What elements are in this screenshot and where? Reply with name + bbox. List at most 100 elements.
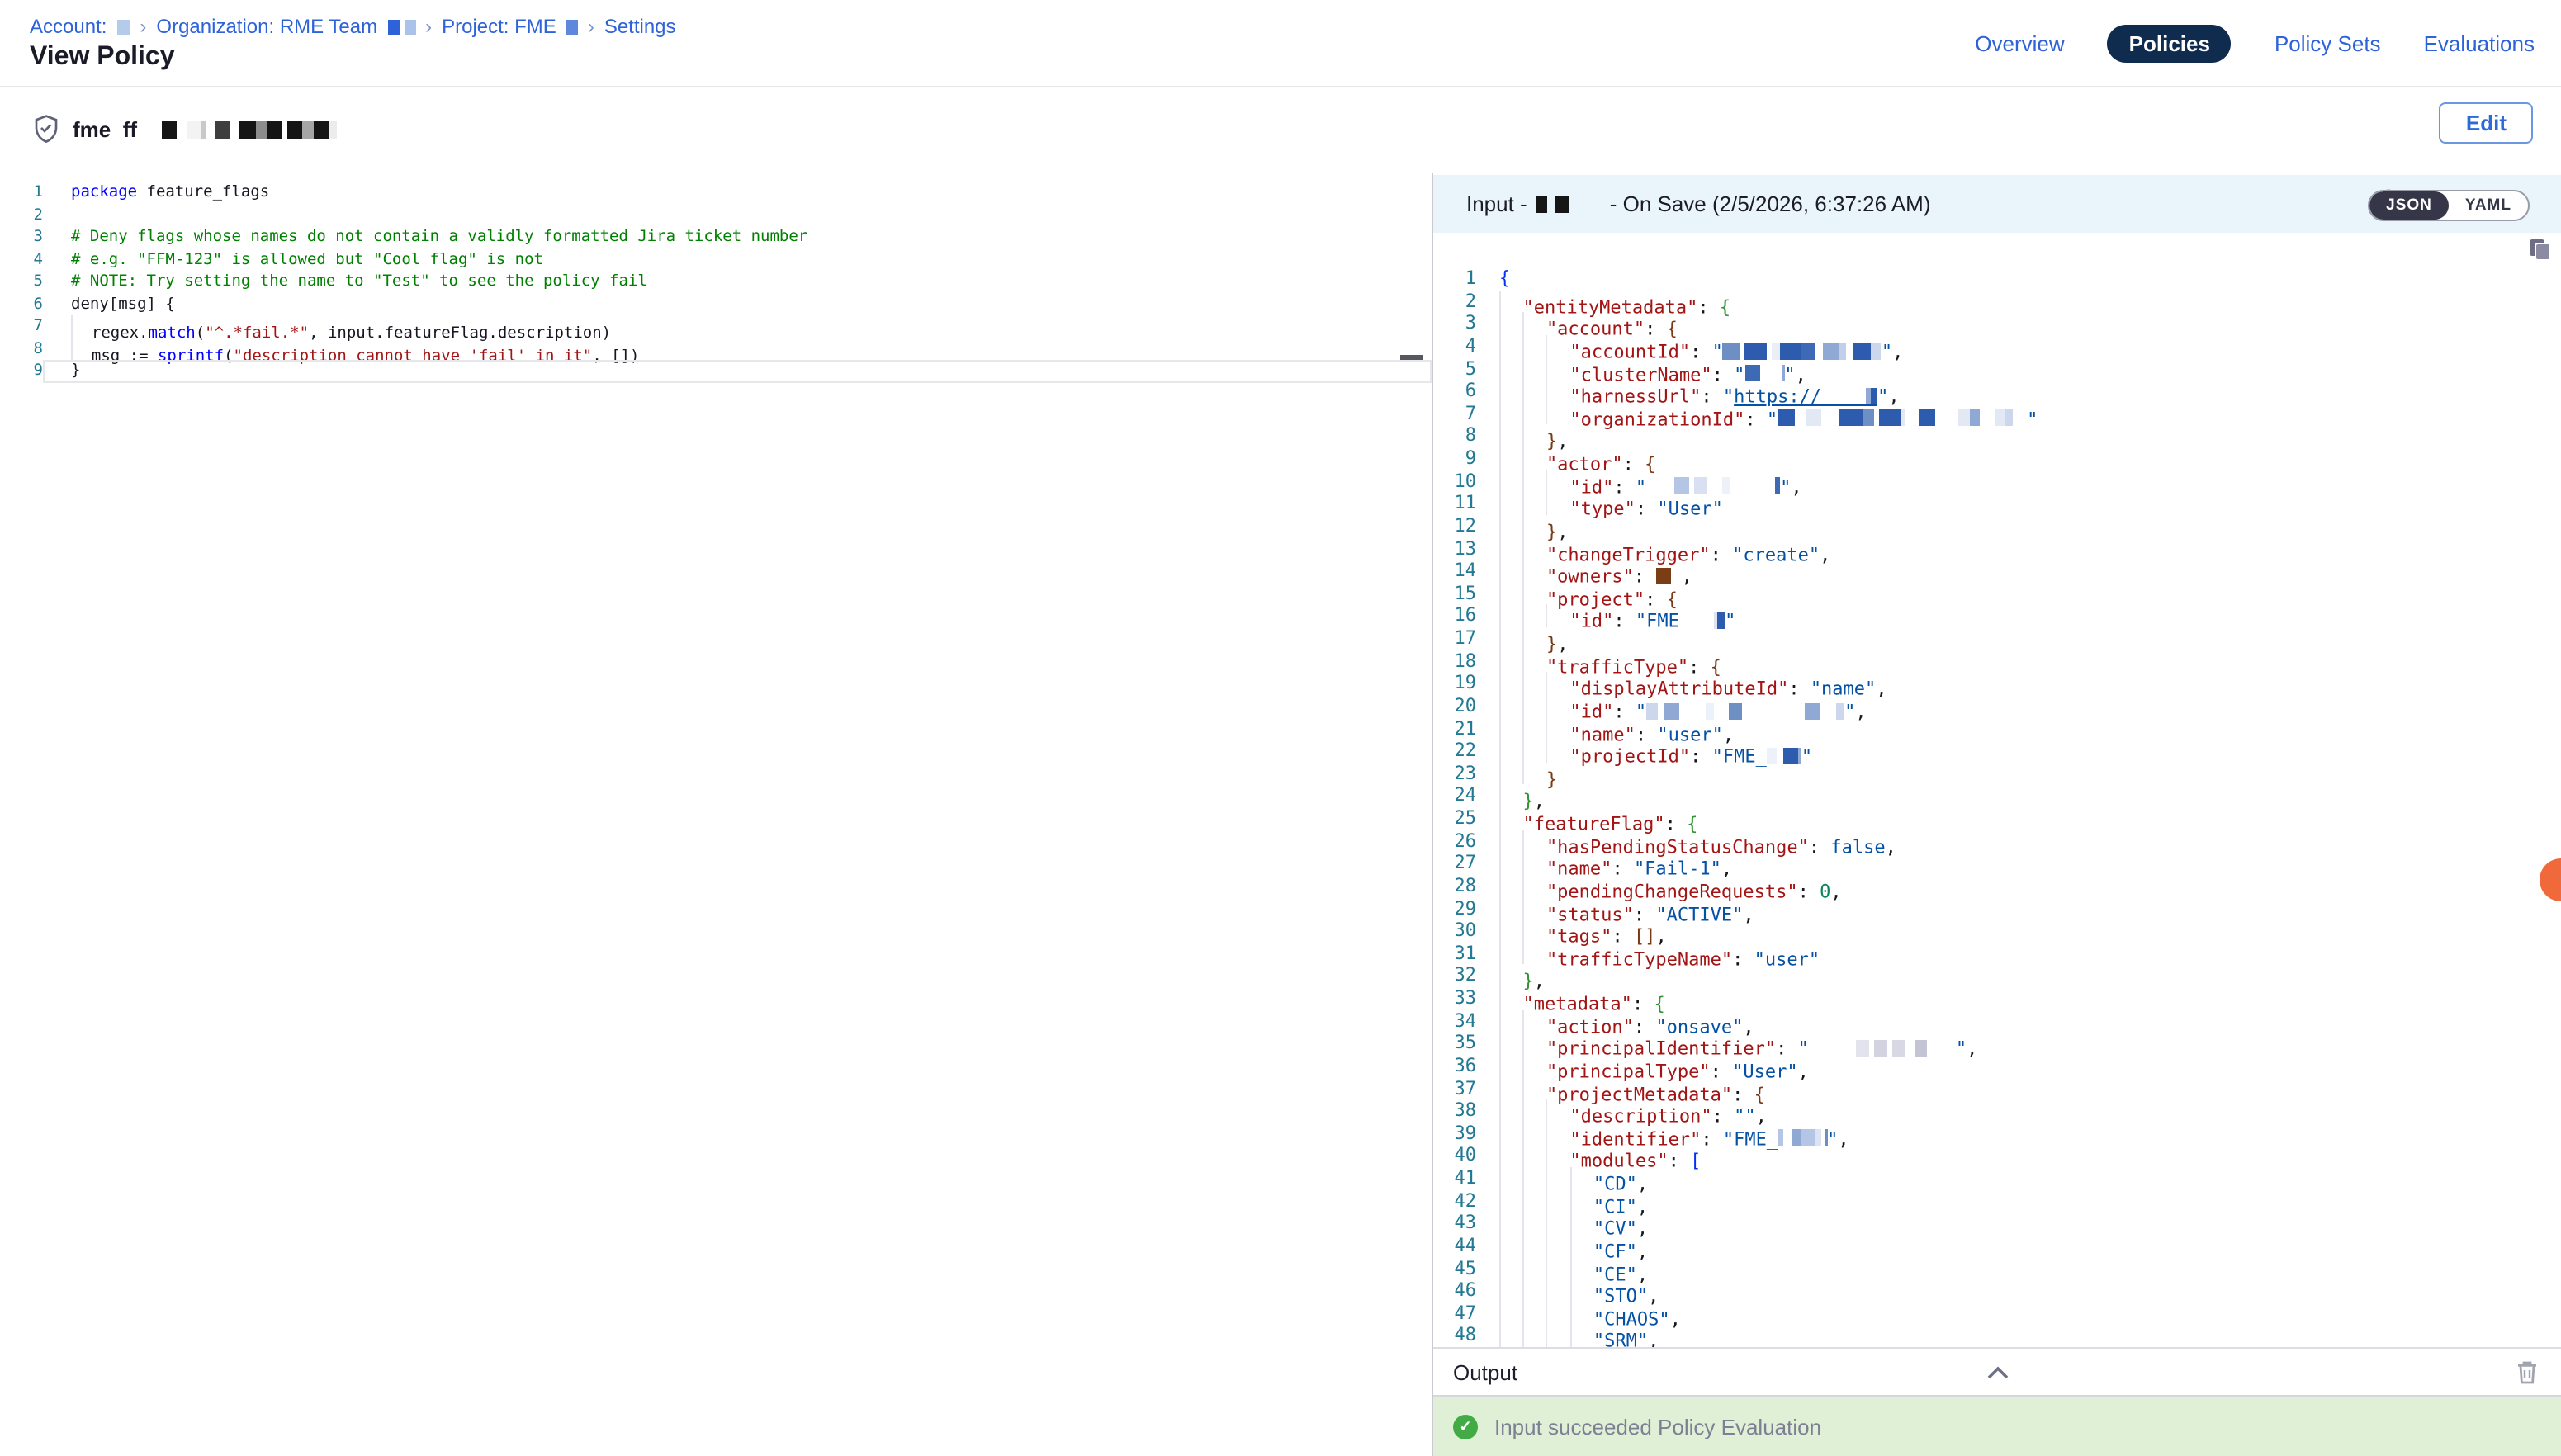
code-line: 32}, bbox=[1433, 965, 2561, 987]
code-line: 1{ bbox=[1433, 267, 2561, 290]
input-panel: Input - - On Save (2/5/2026, 6:37:26 AM)… bbox=[1433, 173, 2561, 1456]
code-line: 40"modules": [ bbox=[1433, 1145, 2561, 1167]
code-line: 2"entityMetadata": { bbox=[1433, 290, 2561, 312]
copy-icon[interactable] bbox=[2528, 238, 2551, 261]
code-line: 44"CF", bbox=[1433, 1235, 2561, 1257]
code-line: 33"metadata": { bbox=[1433, 987, 2561, 1009]
org-redaction bbox=[387, 19, 415, 34]
code-line: 43"CV", bbox=[1433, 1213, 2561, 1235]
breadcrumb-account-link[interactable]: Account: bbox=[30, 15, 107, 38]
input-title-suffix: - On Save (2/5/2026, 6:37:26 AM) bbox=[1610, 191, 1931, 216]
chevron-up-icon[interactable] bbox=[1986, 1364, 2009, 1379]
code-line: 5"clusterName": "", bbox=[1433, 357, 2561, 380]
code-line: 31"trafficTypeName": "user" bbox=[1433, 943, 2561, 965]
code-line: 17}, bbox=[1433, 627, 2561, 650]
code-line: 5# NOTE: Try setting the name to "Test" … bbox=[0, 271, 1432, 293]
code-line: 6deny[msg] { bbox=[0, 293, 1432, 315]
chevron-right-icon: › bbox=[140, 15, 146, 38]
code-line: 15"project": { bbox=[1433, 583, 2561, 605]
input-title-redaction bbox=[1536, 196, 1602, 212]
output-label: Output bbox=[1453, 1359, 1517, 1384]
code-line: 7regex.match("^.*fail.*", input.featureF… bbox=[0, 315, 1432, 338]
code-line: 27"name": "Fail-1", bbox=[1433, 853, 2561, 875]
code-line: 4# e.g. "FFM-123" is allowed but "Cool f… bbox=[0, 248, 1432, 271]
code-line: 39"identifier": "FME_", bbox=[1433, 1123, 2561, 1145]
code-line: 21"name": "user", bbox=[1433, 717, 2561, 740]
breadcrumb-org-link[interactable]: Organization: RME Team bbox=[156, 15, 377, 38]
code-line: 30"tags": [], bbox=[1433, 919, 2561, 942]
code-line: 38"description": "", bbox=[1433, 1099, 2561, 1122]
code-line: 19"displayAttributeId": "name", bbox=[1433, 673, 2561, 695]
trash-icon[interactable] bbox=[2516, 1359, 2538, 1384]
yaml-toggle-button[interactable]: YAML bbox=[2449, 191, 2528, 220]
tab-evaluations[interactable]: Evaluations bbox=[2424, 31, 2535, 56]
code-line: 42"CI", bbox=[1433, 1189, 2561, 1212]
policy-name: fme_ff_ bbox=[73, 116, 149, 141]
code-line: 26"hasPendingStatusChange": false, bbox=[1433, 830, 2561, 852]
output-bar: Output bbox=[1433, 1347, 2561, 1397]
rego-code-editor[interactable]: 1package feature_flags2 3# Deny flags wh… bbox=[0, 173, 1432, 1456]
code-line: 13"changeTrigger": "create", bbox=[1433, 537, 2561, 560]
code-line: 23} bbox=[1433, 763, 2561, 785]
code-line: 35"principalIdentifier": "", bbox=[1433, 1033, 2561, 1055]
code-line: 11"type": "User" bbox=[1433, 493, 2561, 515]
code-line: 25"featureFlag": { bbox=[1433, 807, 2561, 830]
rego-code-lines: 1package feature_flags2 3# Deny flags wh… bbox=[0, 182, 1432, 382]
overview-ruler-cursor bbox=[1400, 355, 1423, 360]
code-line: 18"trafficType": { bbox=[1433, 650, 2561, 672]
code-line: 9} bbox=[0, 360, 1432, 382]
code-line: 3"account": { bbox=[1433, 313, 2561, 335]
policy-name-redaction bbox=[163, 120, 338, 138]
code-line: 29"status": "ACTIVE", bbox=[1433, 897, 2561, 919]
json-input-editor[interactable]: 1{2"entityMetadata": {3"account": {4"acc… bbox=[1433, 267, 2561, 1347]
tab-policies[interactable]: Policies bbox=[2108, 25, 2232, 63]
policy-shield-icon bbox=[33, 114, 59, 144]
code-line: 8msg := sprintf("description cannot have… bbox=[0, 338, 1432, 360]
code-line: 48"SRM", bbox=[1433, 1325, 2561, 1347]
code-line: 7"organizationId": "" bbox=[1433, 403, 2561, 425]
code-line: 2 bbox=[0, 204, 1432, 226]
chevron-right-icon: › bbox=[425, 15, 432, 38]
code-line: 4"accountId": "", bbox=[1433, 335, 2561, 357]
breadcrumb-project-link[interactable]: Project: FME bbox=[442, 15, 556, 38]
edit-button[interactable]: Edit bbox=[2440, 102, 2533, 144]
code-line: 16"id": "FME_" bbox=[1433, 605, 2561, 627]
success-check-icon: ✓ bbox=[1453, 1414, 1478, 1439]
account-redaction bbox=[116, 19, 130, 34]
code-line: 8}, bbox=[1433, 425, 2561, 447]
code-line: 10"id": "", bbox=[1433, 470, 2561, 492]
code-line: 12}, bbox=[1433, 515, 2561, 537]
tab-policy-sets[interactable]: Policy Sets bbox=[2275, 31, 2381, 56]
code-line: 28"pendingChangeRequests": 0, bbox=[1433, 875, 2561, 897]
breadcrumb-settings-link[interactable]: Settings bbox=[604, 15, 676, 38]
project-redaction bbox=[566, 19, 578, 34]
page: Account: › Organization: RME Team › Proj… bbox=[0, 0, 2561, 1456]
page-title: View Policy bbox=[30, 43, 175, 73]
input-panel-header: Input - - On Save (2/5/2026, 6:37:26 AM)… bbox=[1433, 175, 2561, 233]
chevron-right-icon: › bbox=[588, 15, 594, 38]
breadcrumb: Account: › Organization: RME Team › Proj… bbox=[30, 15, 676, 38]
policy-bar: fme_ff_ Edit bbox=[0, 87, 2561, 173]
code-line: 45"CE", bbox=[1433, 1257, 2561, 1279]
evaluation-success-banner: ✓ Input succeeded Policy Evaluation bbox=[1433, 1397, 2561, 1456]
code-line: 46"STO", bbox=[1433, 1279, 2561, 1302]
code-line: 6"harnessUrl": "https://", bbox=[1433, 380, 2561, 402]
code-line: 14"owners": , bbox=[1433, 560, 2561, 582]
code-line: 20"id": "", bbox=[1433, 695, 2561, 717]
code-line: 1package feature_flags bbox=[0, 182, 1432, 204]
code-line: 3# Deny flags whose names do not contain… bbox=[0, 226, 1432, 248]
code-line: 47"CHAOS", bbox=[1433, 1302, 2561, 1325]
json-toggle-button[interactable]: JSON bbox=[2369, 191, 2449, 220]
code-line: 22"projectId": "FME_" bbox=[1433, 740, 2561, 762]
module-tabs: Overview Policies Policy Sets Evaluation… bbox=[1975, 25, 2535, 63]
code-line: 34"action": "onsave", bbox=[1433, 1009, 2561, 1032]
code-line: 41"CD", bbox=[1433, 1167, 2561, 1189]
success-message: Input succeeded Policy Evaluation bbox=[1494, 1414, 1821, 1439]
code-line: 24}, bbox=[1433, 785, 2561, 807]
format-toggle: JSON YAML bbox=[2368, 190, 2530, 221]
input-title-prefix: Input - bbox=[1466, 191, 1527, 216]
code-line: 37"projectMetadata": { bbox=[1433, 1077, 2561, 1099]
tab-overview[interactable]: Overview bbox=[1975, 31, 2064, 56]
code-line: 9"actor": { bbox=[1433, 447, 2561, 470]
code-line: 36"principalType": "User", bbox=[1433, 1055, 2561, 1077]
